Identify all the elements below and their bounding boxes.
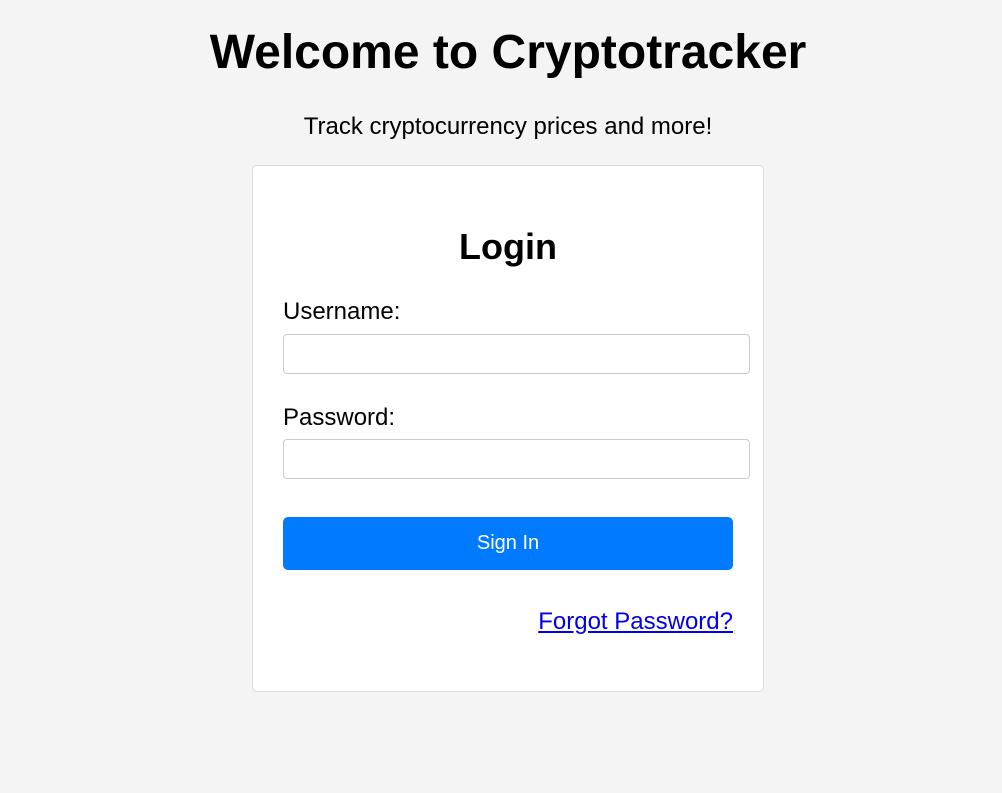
page-subtitle: Track cryptocurrency prices and more!: [303, 113, 713, 140]
password-label: Password:: [283, 404, 396, 431]
password-input[interactable]: [283, 439, 750, 479]
username-input[interactable]: [283, 334, 750, 374]
page-title: Welcome to Cryptotracker: [209, 26, 807, 79]
login-heading: Login: [459, 226, 557, 267]
forgot-password-link[interactable]: Forgot Password?: [538, 608, 733, 636]
sign-in-button[interactable]: Sign In: [283, 517, 733, 570]
username-label: Username:: [283, 298, 401, 325]
login-card: Login Username: Password: Sign In Forgot…: [252, 165, 764, 692]
